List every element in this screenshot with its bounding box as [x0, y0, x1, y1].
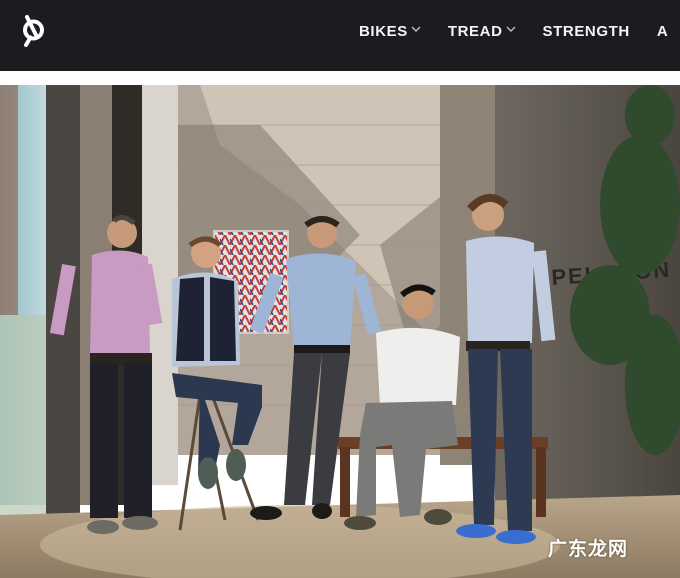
chevron-down-icon — [411, 26, 421, 32]
page: BIKES TREAD STRENGTH A 广东龙网 — [0, 0, 680, 578]
nav-item-truncated[interactable]: A — [657, 23, 668, 40]
peloton-logo-icon[interactable] — [19, 14, 47, 48]
spacer-strip — [0, 71, 680, 85]
nav-item-truncated-label: A — [656, 22, 669, 40]
nav-item-bikes[interactable]: BIKES — [359, 23, 421, 40]
watermark-text: 广东龙网 — [548, 538, 629, 560]
nav-item-bikes-label: BIKES — [359, 22, 408, 40]
nav-item-strength[interactable]: STRENGTH — [543, 23, 630, 40]
top-navigation-bar: BIKES TREAD STRENGTH A — [0, 0, 680, 71]
nav-item-tread-label: TREAD — [447, 22, 503, 40]
bench-leg — [536, 447, 546, 517]
founders-group-photo: PELOTON — [0, 85, 680, 578]
window-lower — [0, 315, 50, 515]
nav-item-tread[interactable]: TREAD — [448, 23, 516, 40]
chevron-down-icon — [506, 26, 516, 32]
bench-leg — [340, 447, 350, 517]
hero-photo: PELOTON — [0, 85, 680, 578]
brick-building — [0, 85, 18, 315]
main-nav: BIKES TREAD STRENGTH A — [359, 20, 680, 42]
nav-item-strength-label: STRENGTH — [542, 22, 630, 40]
